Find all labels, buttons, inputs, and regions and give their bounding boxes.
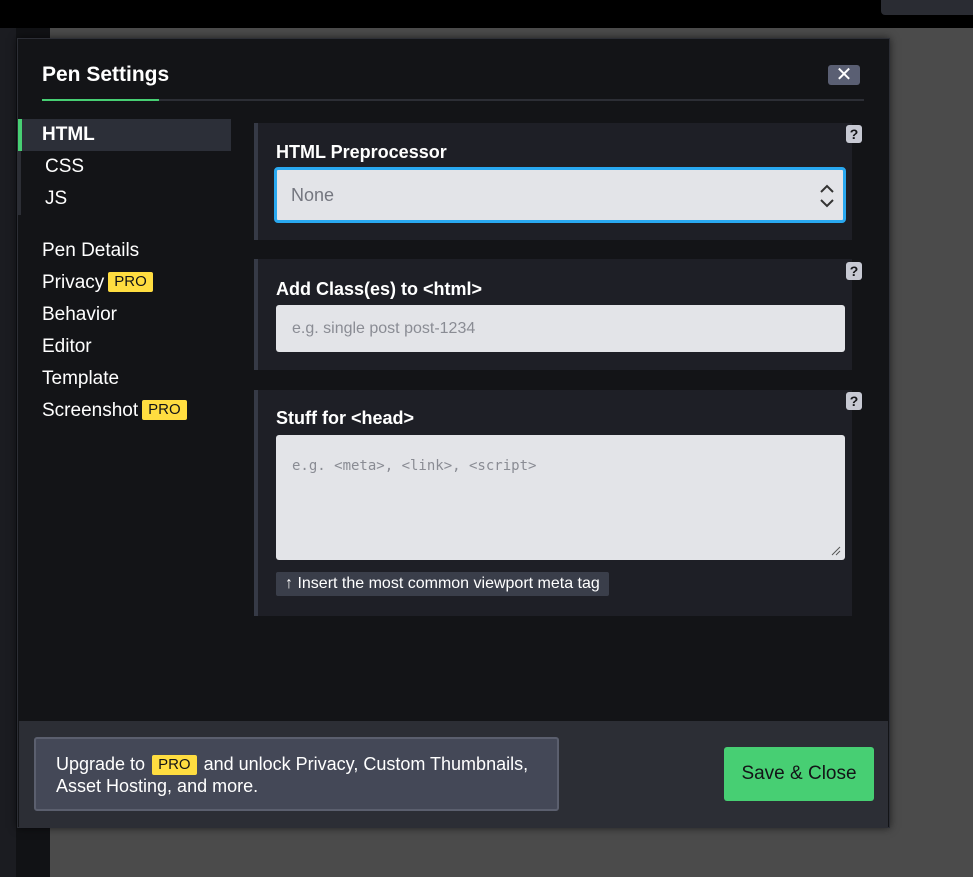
title-divider <box>159 99 864 101</box>
help-icon[interactable]: ? <box>846 125 862 143</box>
pro-badge: PRO <box>108 272 153 292</box>
head-placeholder: e.g. <meta>, <link>, <script> <box>292 458 537 474</box>
sidebar-item-editor[interactable]: Editor <box>18 331 231 363</box>
sidebar-item-label: Template <box>42 368 120 389</box>
preprocessor-selected-value: None <box>291 185 335 205</box>
html-class-label: Add Class(es) to <html> <box>276 279 483 299</box>
background-editor-strip <box>0 28 16 877</box>
sidebar-item-label: Privacy <box>42 272 105 293</box>
sidebar-item-label: CSS <box>45 156 85 177</box>
upgrade-banner[interactable]: Upgrade to PRO and unlock Privacy, Custo… <box>34 737 559 811</box>
sidebar-item-js[interactable]: JS <box>21 183 234 215</box>
background-topbar <box>0 0 973 28</box>
html-class-panel: Add Class(es) to <html> e.g. single post… <box>254 259 852 370</box>
title-underline <box>42 99 159 101</box>
sidebar-item-screenshot[interactable]: Screenshot PRO <box>18 395 231 427</box>
sidebar-item-label: Editor <box>42 336 92 357</box>
sidebar-item-html[interactable]: HTML <box>18 119 231 151</box>
preprocessor-label: HTML Preprocessor <box>276 142 447 162</box>
sidebar-item-privacy[interactable]: Privacy PRO <box>18 267 231 299</box>
modal-title: Pen Settings <box>42 63 170 86</box>
sidebar-item-label: Screenshot <box>42 400 139 421</box>
help-icon[interactable]: ? <box>846 262 862 280</box>
preprocessor-select[interactable]: None <box>274 167 846 223</box>
save-and-close-button[interactable]: Save & Close <box>724 747 874 801</box>
sidebar-item-template[interactable]: Template <box>18 363 231 395</box>
head-label: Stuff for <head> <box>276 408 415 428</box>
sidebar-language-group: HTML CSS JS <box>18 119 234 215</box>
head-textarea[interactable]: e.g. <meta>, <link>, <script> <box>276 435 845 560</box>
html-class-placeholder: e.g. single post post-1234 <box>292 320 476 337</box>
pro-badge: PRO <box>142 400 187 420</box>
sidebar-item-label: JS <box>45 188 68 209</box>
help-icon[interactable]: ? <box>846 392 862 410</box>
html-class-input[interactable]: e.g. single post post-1234 <box>276 305 845 352</box>
sidebar-item-label: Behavior <box>42 304 117 325</box>
sidebar-item-pen-details[interactable]: Pen Details <box>18 235 231 267</box>
resize-grip-icon[interactable] <box>831 546 841 556</box>
preprocessor-panel: HTML Preprocessor None <box>254 123 852 240</box>
head-panel: Stuff for <head> e.g. <meta>, <link>, <s… <box>254 390 852 616</box>
background-topbar-button <box>881 0 973 15</box>
modal-footer: Upgrade to PRO and unlock Privacy, Custo… <box>19 721 888 827</box>
upgrade-prefix: Upgrade to <box>56 754 146 774</box>
sidebar-item-css[interactable]: CSS <box>21 151 234 183</box>
pro-badge: PRO <box>152 755 197 775</box>
insert-viewport-meta-button[interactable]: ↑ Insert the most common viewport meta t… <box>276 572 609 596</box>
pen-settings-modal: Pen Settings ✕ HTML CSS JS Pen Details P… <box>17 38 890 828</box>
sidebar-item-label: Pen Details <box>42 240 140 261</box>
sidebar-item-behavior[interactable]: Behavior <box>18 299 231 331</box>
sidebar-item-label: HTML <box>42 124 95 145</box>
sidebar-settings-group: Pen Details Privacy PRO Behavior Editor T… <box>18 235 231 427</box>
select-updown-icon <box>820 184 834 208</box>
close-button[interactable]: ✕ <box>828 65 860 85</box>
